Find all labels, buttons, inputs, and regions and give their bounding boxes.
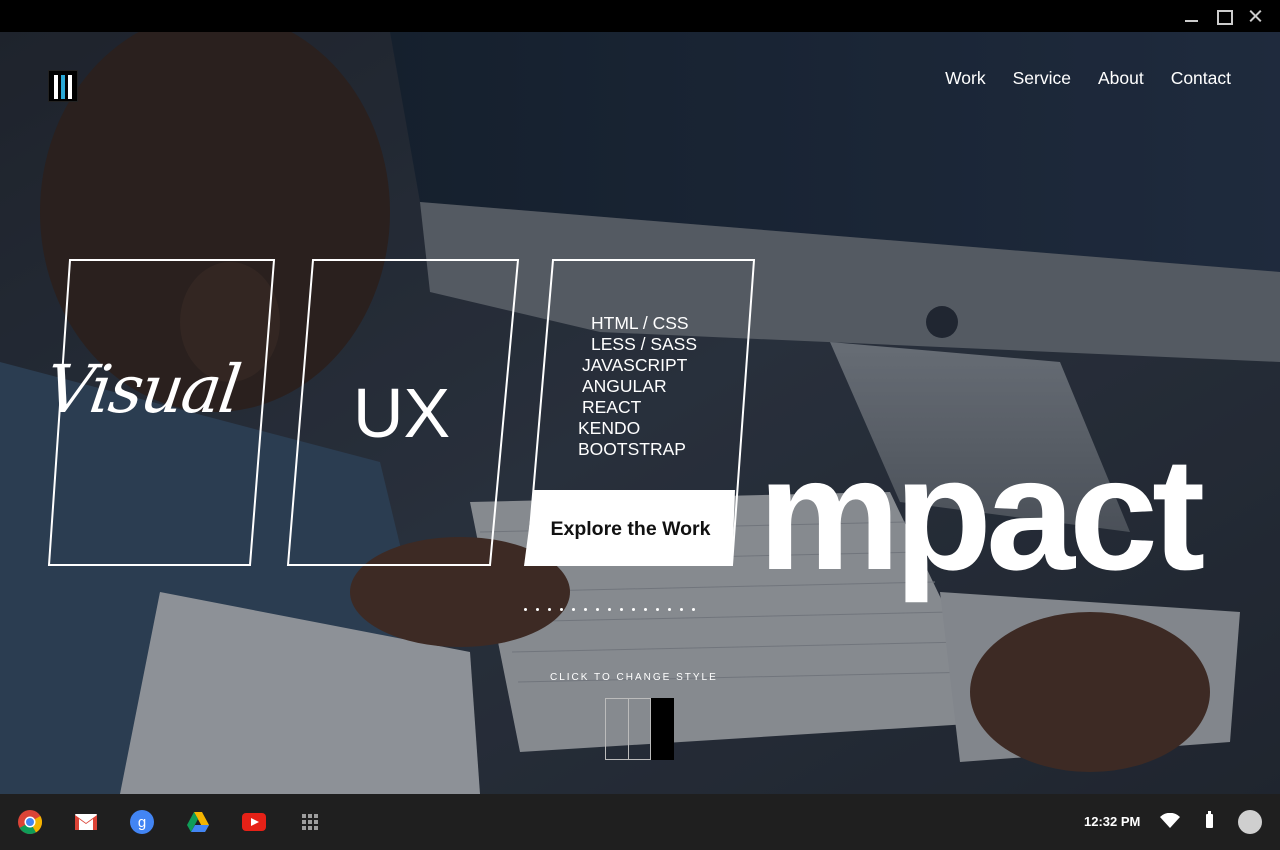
youtube-icon[interactable]: [242, 810, 266, 834]
battery-icon[interactable]: [1206, 811, 1213, 828]
nav-about[interactable]: About: [1098, 68, 1144, 89]
three-bars-logo-icon[interactable]: [48, 70, 78, 102]
slide-dot[interactable]: [584, 608, 587, 611]
slide-dot[interactable]: [644, 608, 647, 611]
change-style-label: CLICK TO CHANGE STYLE: [550, 672, 718, 683]
app-launcher-icon[interactable]: [298, 810, 322, 834]
slide-dot[interactable]: [536, 608, 539, 611]
skill-item: LESS / SASS: [591, 334, 698, 354]
skill-item: KENDO: [578, 418, 641, 438]
gmail-icon[interactable]: [74, 810, 98, 834]
slide-dot[interactable]: [656, 608, 659, 611]
svg-text:g: g: [138, 814, 146, 831]
slide-dot[interactable]: [560, 608, 563, 611]
os-taskbar: g 12:32 PM: [0, 794, 1280, 850]
explore-work-button[interactable]: Explore the Work: [528, 518, 733, 541]
style-swatch-outline[interactable]: [628, 698, 651, 760]
wifi-icon[interactable]: [1160, 813, 1180, 829]
visual-label: Visual: [40, 351, 244, 428]
slide-dot[interactable]: [572, 608, 575, 611]
skill-item: BOOTSTRAP: [578, 439, 686, 459]
skill-item: ANGULAR: [582, 376, 667, 396]
hero-section: Work Service About Contact Visual UX HTM…: [0, 32, 1280, 794]
style-swatches: [605, 698, 674, 760]
slide-dots: [524, 608, 695, 611]
minimize-icon[interactable]: [1182, 6, 1202, 26]
clock[interactable]: 12:32 PM: [1084, 814, 1140, 829]
window-title-bar: [0, 0, 1280, 32]
slide-dot[interactable]: [524, 608, 527, 611]
slide-dot[interactable]: [692, 608, 695, 611]
skill-item: HTML / CSS: [591, 313, 689, 333]
nav-contact[interactable]: Contact: [1171, 68, 1231, 89]
slide-dot[interactable]: [632, 608, 635, 611]
nav-work[interactable]: Work: [945, 68, 986, 89]
main-nav: Work Service About Contact: [945, 68, 1231, 89]
google-search-icon[interactable]: g: [130, 810, 154, 834]
slide-dot[interactable]: [620, 608, 623, 611]
google-drive-icon[interactable]: [186, 810, 210, 834]
close-icon[interactable]: [1246, 6, 1266, 26]
chrome-icon[interactable]: [18, 810, 42, 834]
slide-dot[interactable]: [668, 608, 671, 611]
nav-service[interactable]: Service: [1013, 68, 1071, 89]
skills-list: HTML / CSS LESS / SASS JAVASCRIPT ANGULA…: [560, 313, 697, 460]
skill-item: JAVASCRIPT: [582, 355, 688, 375]
avatar-icon[interactable]: [1238, 810, 1262, 834]
slide-dot[interactable]: [680, 608, 683, 611]
maximize-icon[interactable]: [1213, 6, 1233, 26]
ux-label: UX: [353, 374, 451, 452]
slide-dot[interactable]: [596, 608, 599, 611]
style-swatch-outline[interactable]: [605, 698, 628, 760]
style-swatch-black[interactable]: [651, 698, 674, 760]
slide-dot[interactable]: [608, 608, 611, 611]
slide-dot[interactable]: [548, 608, 551, 611]
skill-item: REACT: [582, 397, 642, 417]
hero-big-word: mpact: [758, 424, 1205, 603]
